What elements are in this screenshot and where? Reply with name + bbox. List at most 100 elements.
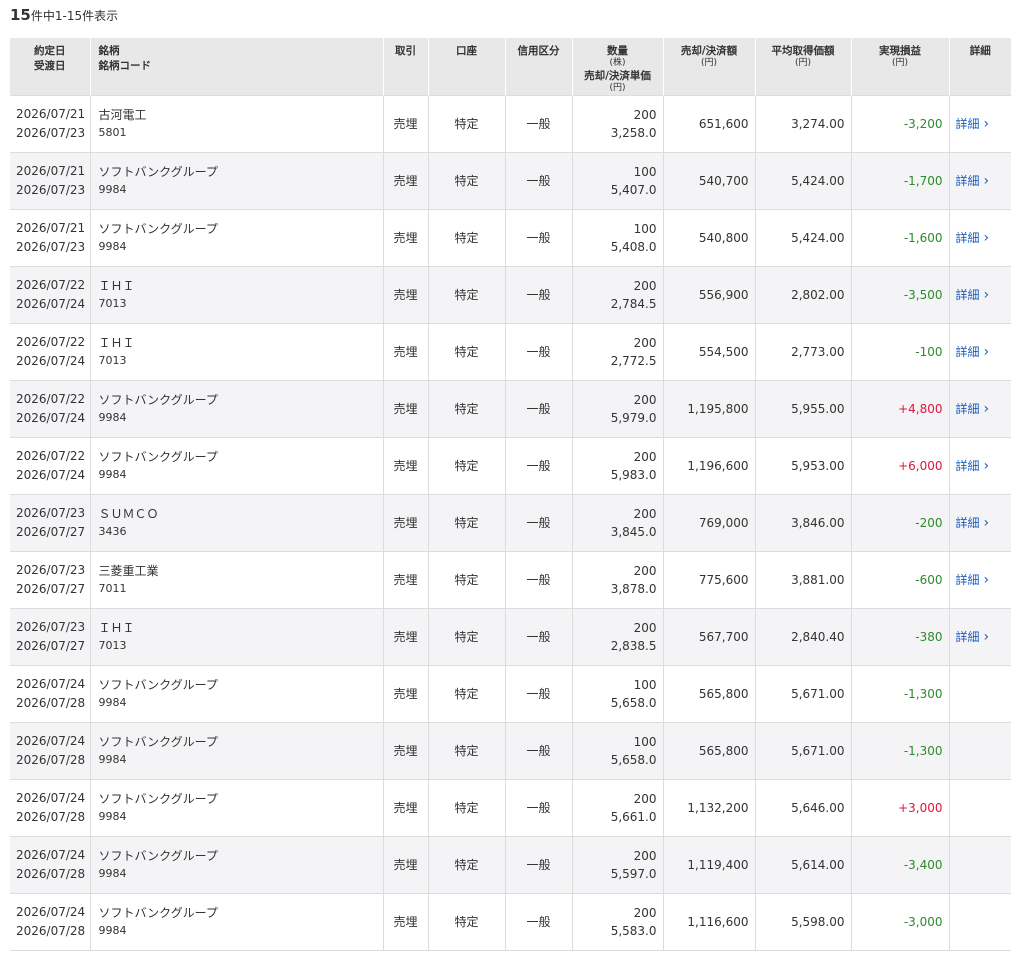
detail-cell <box>948 892 1011 951</box>
trade-date: 2026/07/24 <box>16 676 86 691</box>
quantity: 200 <box>633 563 657 578</box>
quantity-price-cell: 200 5,979.0 <box>571 379 663 437</box>
stock-name: ソフトバンクグループ <box>98 392 218 407</box>
chevron-right-icon: › <box>983 116 990 132</box>
result-summary: 15件中1-15件表示 <box>10 6 118 24</box>
credit-type: 一般 <box>504 322 572 380</box>
average-cost: 5,614.00 <box>754 835 851 893</box>
chevron-right-icon: › <box>983 515 990 531</box>
detail-link[interactable]: 詳細 › <box>955 344 990 360</box>
table-row: 2026/07/21 2026/07/23 ソフトバンクグループ 9984 売埋 特定 一般… <box>10 208 1011 266</box>
quantity: 200 <box>633 905 657 920</box>
stock-name: ソフトバンクグループ <box>98 734 218 749</box>
stock-cell: ＩＨＩ 7013 <box>89 607 383 665</box>
stock-name: ＩＨＩ <box>98 335 135 350</box>
trade-history-table: 約定日 受渡日 銘柄 銘柄コード 取引 口座 信用区分 数量 (株) 売却/決済単価 (円… <box>10 38 1011 951</box>
credit-type: 一般 <box>504 550 572 608</box>
unit-price: 5,408.0 <box>610 239 657 254</box>
unit-price: 5,658.0 <box>610 695 657 710</box>
stock-cell: ソフトバンクグループ 9984 <box>89 778 383 836</box>
quantity-price-cell: 200 3,258.0 <box>571 94 663 152</box>
detail-link[interactable]: 詳細 › <box>955 116 990 132</box>
detail-link[interactable]: 詳細 › <box>956 515 990 531</box>
dates-cell: 2026/07/22 2026/07/24 <box>10 322 90 380</box>
credit-type: 一般 <box>504 265 572 323</box>
quantity-price-cell: 200 5,983.0 <box>571 436 663 494</box>
stock-name: ソフトバンクグループ <box>98 791 218 806</box>
detail-link-label: 詳細 <box>955 117 980 131</box>
unit-price: 2,838.5 <box>610 638 657 653</box>
quantity: 200 <box>633 791 657 806</box>
quantity-price-cell: 200 2,838.5 <box>571 607 663 665</box>
detail-link[interactable]: 詳細 › <box>956 401 990 417</box>
realized-pl: -600 <box>850 550 949 608</box>
quantity: 200 <box>633 506 657 521</box>
realized-pl: -1,700 <box>850 151 949 209</box>
account-type: 特定 <box>427 265 505 323</box>
trade-date: 2026/07/24 <box>16 790 86 805</box>
settlement-amount: 775,600 <box>662 550 755 608</box>
stock-name: ソフトバンクグループ <box>98 905 218 920</box>
table-row: 2026/07/22 2026/07/24 ＩＨＩ 7013 売埋 特定 一般 200 2,78… <box>10 265 1011 323</box>
detail-link[interactable]: 詳細 › <box>956 572 990 588</box>
header-account: 口座 <box>427 38 505 95</box>
detail-cell: 詳細 › <box>948 550 1011 608</box>
detail-link[interactable]: 詳細 › <box>956 629 990 645</box>
account-type: 特定 <box>427 493 505 551</box>
table-row: 2026/07/24 2026/07/28 ソフトバンクグループ 9984 売埋 特定 一般… <box>10 778 1011 836</box>
trade-type: 売埋 <box>382 151 428 209</box>
trade-type: 売埋 <box>382 436 428 494</box>
detail-cell: 詳細 › <box>948 379 1011 437</box>
stock-cell: ＳＵＭＣＯ 3436 <box>89 493 383 551</box>
stock-code: 9984 <box>98 695 127 709</box>
table-row: 2026/07/24 2026/07/28 ソフトバンクグループ 9984 売埋 特定 一般… <box>10 835 1011 893</box>
detail-link[interactable]: 詳細 › <box>956 230 990 246</box>
header-dates: 約定日 受渡日 <box>10 38 90 95</box>
settle-date: 2026/07/27 <box>16 638 86 653</box>
detail-cell <box>948 664 1011 722</box>
stock-name: ソフトバンクグループ <box>98 677 218 692</box>
chevron-right-icon: › <box>983 287 990 303</box>
settlement-amount: 565,800 <box>662 721 755 779</box>
stock-code: 9984 <box>98 182 127 196</box>
quantity-price-cell: 200 3,878.0 <box>571 550 663 608</box>
detail-cell: 詳細 › <box>948 493 1011 551</box>
stock-code: 5801 <box>98 125 127 139</box>
settle-date: 2026/07/24 <box>16 353 86 368</box>
dates-cell: 2026/07/24 2026/07/28 <box>10 664 90 722</box>
detail-link[interactable]: 詳細 › <box>956 287 990 303</box>
trade-date: 2026/07/22 <box>16 448 86 463</box>
average-cost: 2,773.00 <box>754 322 851 380</box>
detail-link-label: 詳細 <box>955 345 980 359</box>
unit-price: 3,258.0 <box>610 125 657 140</box>
credit-type: 一般 <box>504 892 572 951</box>
dates-cell: 2026/07/21 2026/07/23 <box>10 151 90 209</box>
quantity-price-cell: 100 5,658.0 <box>571 721 663 779</box>
chevron-right-icon: › <box>983 230 990 246</box>
table-row: 2026/07/21 2026/07/23 古河電工 5801 売埋 特定 一般 200 3,2… <box>10 94 1011 152</box>
header-average-cost-label: 平均取得価額 <box>771 45 835 57</box>
unit-price: 2,784.5 <box>610 296 657 311</box>
trade-date: 2026/07/21 <box>16 163 86 178</box>
table-row: 2026/07/23 2026/07/27 ＩＨＩ 7013 売埋 特定 一般 200 2,83… <box>10 607 1011 665</box>
stock-code: 3436 <box>98 524 127 538</box>
average-cost: 5,424.00 <box>754 208 851 266</box>
quantity: 100 <box>633 164 657 179</box>
settle-date: 2026/07/23 <box>16 239 86 254</box>
quantity-price-cell: 200 5,597.0 <box>571 835 663 893</box>
settle-date: 2026/07/28 <box>16 923 86 938</box>
detail-link[interactable]: 詳細 › <box>956 458 990 474</box>
settlement-amount: 1,116,600 <box>662 892 755 951</box>
trade-type: 売埋 <box>382 208 428 266</box>
trade-date: 2026/07/24 <box>16 733 86 748</box>
settlement-amount: 1,119,400 <box>662 835 755 893</box>
quantity: 200 <box>633 107 657 122</box>
stock-code: 7011 <box>98 581 127 595</box>
detail-link[interactable]: 詳細 › <box>956 173 990 189</box>
quantity-price-cell: 200 2,784.5 <box>571 265 663 323</box>
trade-type: 売埋 <box>382 835 428 893</box>
settle-date: 2026/07/28 <box>16 866 86 881</box>
detail-cell: 詳細 › <box>948 151 1011 209</box>
realized-pl: +6,000 <box>850 436 949 494</box>
quantity-price-cell: 200 2,772.5 <box>571 322 663 380</box>
